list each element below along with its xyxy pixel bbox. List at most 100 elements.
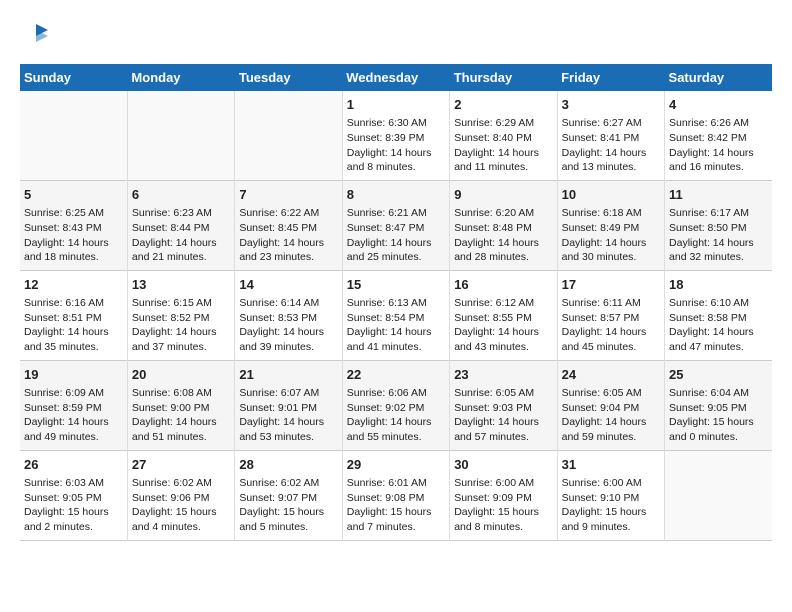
day-info: and 28 minutes. [454, 250, 552, 265]
day-number: 23 [454, 366, 552, 384]
day-number: 3 [562, 96, 660, 114]
calendar-week-row: 1Sunrise: 6:30 AMSunset: 8:39 PMDaylight… [20, 91, 772, 180]
calendar-cell: 11Sunrise: 6:17 AMSunset: 8:50 PMDayligh… [665, 180, 772, 270]
day-info: Daylight: 15 hours [347, 505, 445, 520]
day-info: Sunrise: 6:29 AM [454, 116, 552, 131]
day-info: Sunrise: 6:04 AM [669, 386, 768, 401]
day-info: and 9 minutes. [562, 520, 660, 535]
day-info: and 55 minutes. [347, 430, 445, 445]
day-info: and 53 minutes. [239, 430, 337, 445]
day-info: and 49 minutes. [24, 430, 123, 445]
day-info: Daylight: 14 hours [454, 325, 552, 340]
day-info: and 35 minutes. [24, 340, 123, 355]
day-info: and 2 minutes. [24, 520, 123, 535]
day-number: 29 [347, 456, 445, 474]
calendar-cell: 28Sunrise: 6:02 AMSunset: 9:07 PMDayligh… [235, 450, 342, 540]
header-cell-monday: Monday [127, 64, 234, 91]
day-info: Sunset: 8:49 PM [562, 221, 660, 236]
day-info: and 57 minutes. [454, 430, 552, 445]
day-info: Daylight: 14 hours [562, 415, 660, 430]
day-info: Sunrise: 6:14 AM [239, 296, 337, 311]
calendar-cell: 26Sunrise: 6:03 AMSunset: 9:05 PMDayligh… [20, 450, 127, 540]
day-info: Daylight: 14 hours [562, 325, 660, 340]
day-info: and 47 minutes. [669, 340, 768, 355]
day-number: 17 [562, 276, 660, 294]
day-info: and 25 minutes. [347, 250, 445, 265]
day-info: Sunset: 8:53 PM [239, 311, 337, 326]
day-info: Sunrise: 6:00 AM [562, 476, 660, 491]
day-info: Sunrise: 6:08 AM [132, 386, 230, 401]
day-info: and 8 minutes. [454, 520, 552, 535]
header-cell-tuesday: Tuesday [235, 64, 342, 91]
day-info: Daylight: 15 hours [24, 505, 123, 520]
day-info: Sunset: 9:03 PM [454, 401, 552, 416]
day-info: Daylight: 15 hours [669, 415, 768, 430]
calendar-cell: 21Sunrise: 6:07 AMSunset: 9:01 PMDayligh… [235, 360, 342, 450]
day-info: Daylight: 14 hours [454, 236, 552, 251]
day-info: Sunset: 9:06 PM [132, 491, 230, 506]
day-info: Sunset: 8:39 PM [347, 131, 445, 146]
day-info: and 0 minutes. [669, 430, 768, 445]
day-info: Sunset: 9:08 PM [347, 491, 445, 506]
day-info: Sunset: 8:48 PM [454, 221, 552, 236]
header-cell-saturday: Saturday [665, 64, 772, 91]
day-info: Sunrise: 6:02 AM [132, 476, 230, 491]
day-number: 10 [562, 186, 660, 204]
calendar-cell: 8Sunrise: 6:21 AMSunset: 8:47 PMDaylight… [342, 180, 449, 270]
day-info: Sunset: 9:02 PM [347, 401, 445, 416]
day-info: Daylight: 14 hours [669, 325, 768, 340]
day-number: 25 [669, 366, 768, 384]
day-info: Daylight: 14 hours [239, 325, 337, 340]
day-number: 16 [454, 276, 552, 294]
day-info: and 45 minutes. [562, 340, 660, 355]
day-info: and 32 minutes. [669, 250, 768, 265]
calendar-week-row: 5Sunrise: 6:25 AMSunset: 8:43 PMDaylight… [20, 180, 772, 270]
day-info: Daylight: 14 hours [347, 146, 445, 161]
calendar-cell [20, 91, 127, 180]
calendar-cell: 14Sunrise: 6:14 AMSunset: 8:53 PMDayligh… [235, 270, 342, 360]
day-number: 20 [132, 366, 230, 384]
day-info: Sunrise: 6:22 AM [239, 206, 337, 221]
calendar-cell: 27Sunrise: 6:02 AMSunset: 9:06 PMDayligh… [127, 450, 234, 540]
day-info: Sunset: 8:47 PM [347, 221, 445, 236]
day-info: Daylight: 14 hours [24, 236, 123, 251]
day-info: Daylight: 15 hours [132, 505, 230, 520]
page-header [20, 20, 772, 48]
calendar-header: SundayMondayTuesdayWednesdayThursdayFrid… [20, 64, 772, 91]
day-info: and 59 minutes. [562, 430, 660, 445]
day-number: 7 [239, 186, 337, 204]
day-number: 30 [454, 456, 552, 474]
day-info: Sunrise: 6:17 AM [669, 206, 768, 221]
calendar-cell: 24Sunrise: 6:05 AMSunset: 9:04 PMDayligh… [557, 360, 664, 450]
logo [20, 20, 50, 48]
calendar-cell: 25Sunrise: 6:04 AMSunset: 9:05 PMDayligh… [665, 360, 772, 450]
day-info: Daylight: 14 hours [132, 415, 230, 430]
day-number: 6 [132, 186, 230, 204]
day-info: Daylight: 14 hours [239, 236, 337, 251]
day-info: Sunset: 8:43 PM [24, 221, 123, 236]
calendar-cell: 17Sunrise: 6:11 AMSunset: 8:57 PMDayligh… [557, 270, 664, 360]
day-info: Daylight: 14 hours [132, 325, 230, 340]
day-info: Sunrise: 6:18 AM [562, 206, 660, 221]
day-info: Daylight: 14 hours [669, 146, 768, 161]
day-info: Sunrise: 6:09 AM [24, 386, 123, 401]
calendar-cell: 3Sunrise: 6:27 AMSunset: 8:41 PMDaylight… [557, 91, 664, 180]
header-cell-sunday: Sunday [20, 64, 127, 91]
day-info: Sunset: 9:00 PM [132, 401, 230, 416]
day-info: Sunset: 8:45 PM [239, 221, 337, 236]
day-info: Sunrise: 6:26 AM [669, 116, 768, 131]
day-number: 24 [562, 366, 660, 384]
calendar-cell: 1Sunrise: 6:30 AMSunset: 8:39 PMDaylight… [342, 91, 449, 180]
day-info: Sunrise: 6:12 AM [454, 296, 552, 311]
day-number: 12 [24, 276, 123, 294]
calendar-body: 1Sunrise: 6:30 AMSunset: 8:39 PMDaylight… [20, 91, 772, 540]
day-info: Daylight: 14 hours [132, 236, 230, 251]
calendar-week-row: 19Sunrise: 6:09 AMSunset: 8:59 PMDayligh… [20, 360, 772, 450]
day-info: Sunrise: 6:05 AM [454, 386, 552, 401]
day-info: Sunrise: 6:02 AM [239, 476, 337, 491]
day-info: Sunset: 8:40 PM [454, 131, 552, 146]
day-info: Sunset: 8:42 PM [669, 131, 768, 146]
day-info: and 41 minutes. [347, 340, 445, 355]
day-info: Daylight: 14 hours [239, 415, 337, 430]
day-info: and 21 minutes. [132, 250, 230, 265]
